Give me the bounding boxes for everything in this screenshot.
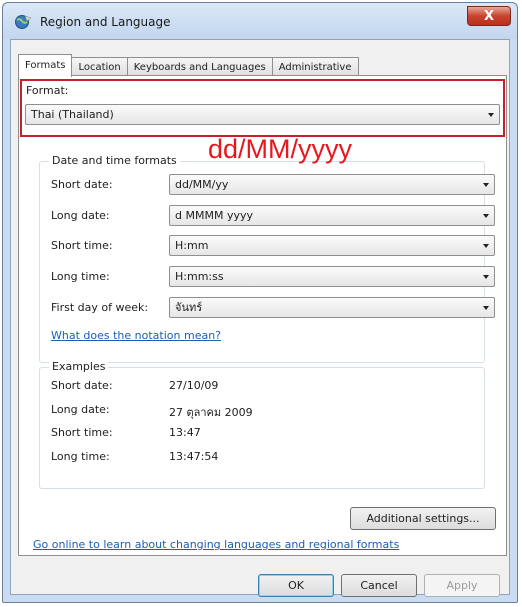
- apply-button[interactable]: Apply: [424, 574, 500, 597]
- chevron-down-icon[interactable]: [483, 275, 489, 279]
- close-button[interactable]: X: [467, 6, 511, 26]
- format-select[interactable]: Thai (Thailand): [25, 104, 500, 125]
- chevron-down-icon[interactable]: [483, 306, 489, 310]
- tab-keyboards-and-languages[interactable]: Keyboards and Languages: [126, 57, 273, 77]
- example-long-time-label: Long time:: [51, 450, 110, 463]
- dialog-body: Formats Location Keyboards and Languages…: [10, 39, 510, 597]
- example-short-date-value: 27/10/09: [169, 379, 219, 392]
- tab-administrative[interactable]: Administrative: [271, 57, 359, 77]
- example-short-date-label: Short date:: [51, 379, 113, 392]
- short-date-label: Short date:: [51, 178, 113, 191]
- tab-strip: Formats Location Keyboards and Languages…: [18, 54, 359, 77]
- date-time-formats-title: Date and time formats: [49, 154, 180, 167]
- short-date-select-value: dd/MM/yy: [175, 178, 229, 191]
- example-short-time-label: Short time:: [51, 426, 113, 439]
- window-title: Region and Language: [40, 15, 171, 29]
- example-short-time-value: 13:47: [169, 426, 201, 439]
- notation-help-link[interactable]: What does the notation mean?: [51, 329, 221, 342]
- long-time-label: Long time:: [51, 270, 110, 283]
- chevron-down-icon[interactable]: [483, 214, 489, 218]
- format-label: Format:: [26, 84, 69, 97]
- title-bar[interactable]: Region and Language X: [3, 3, 517, 39]
- chevron-down-icon[interactable]: [483, 244, 489, 248]
- long-time-select[interactable]: H:mm:ss: [169, 266, 495, 287]
- additional-settings-button[interactable]: Additional settings...: [350, 507, 496, 530]
- close-icon: X: [483, 8, 495, 24]
- chevron-down-icon[interactable]: [488, 113, 494, 117]
- example-long-date-value: 27 ตุลาคม 2009: [169, 406, 253, 419]
- chevron-down-icon[interactable]: [483, 183, 489, 187]
- globe-icon: [15, 15, 32, 29]
- examples-title: Examples: [49, 360, 109, 373]
- short-time-select[interactable]: H:mm: [169, 235, 495, 256]
- first-day-of-week-select-value: จันทร์: [175, 301, 203, 314]
- cancel-button[interactable]: Cancel: [341, 574, 417, 597]
- first-day-of-week-label: First day of week:: [51, 301, 149, 314]
- short-date-select[interactable]: dd/MM/yy: [169, 174, 495, 195]
- long-date-select-value: d MMMM yyyy: [175, 209, 253, 222]
- online-regional-formats-link[interactable]: Go online to learn about changing langua…: [33, 538, 399, 551]
- example-long-time-value: 13:47:54: [169, 450, 219, 463]
- first-day-of-week-select[interactable]: จันทร์: [169, 297, 495, 318]
- short-time-select-value: H:mm: [175, 239, 209, 252]
- ok-button[interactable]: OK: [258, 574, 334, 597]
- annotation-short-date-format: dd/MM/yyyy: [208, 134, 353, 164]
- tab-formats[interactable]: Formats: [18, 54, 73, 77]
- long-date-label: Long date:: [51, 209, 110, 222]
- region-language-dialog: Region and Language X Formats Location K…: [2, 2, 518, 603]
- short-time-label: Short time:: [51, 239, 113, 252]
- long-date-select[interactable]: d MMMM yyyy: [169, 205, 495, 226]
- example-long-date-label: Long date:: [51, 403, 110, 416]
- long-time-select-value: H:mm:ss: [175, 270, 224, 283]
- format-select-value: Thai (Thailand): [31, 108, 114, 121]
- tab-location[interactable]: Location: [71, 57, 128, 77]
